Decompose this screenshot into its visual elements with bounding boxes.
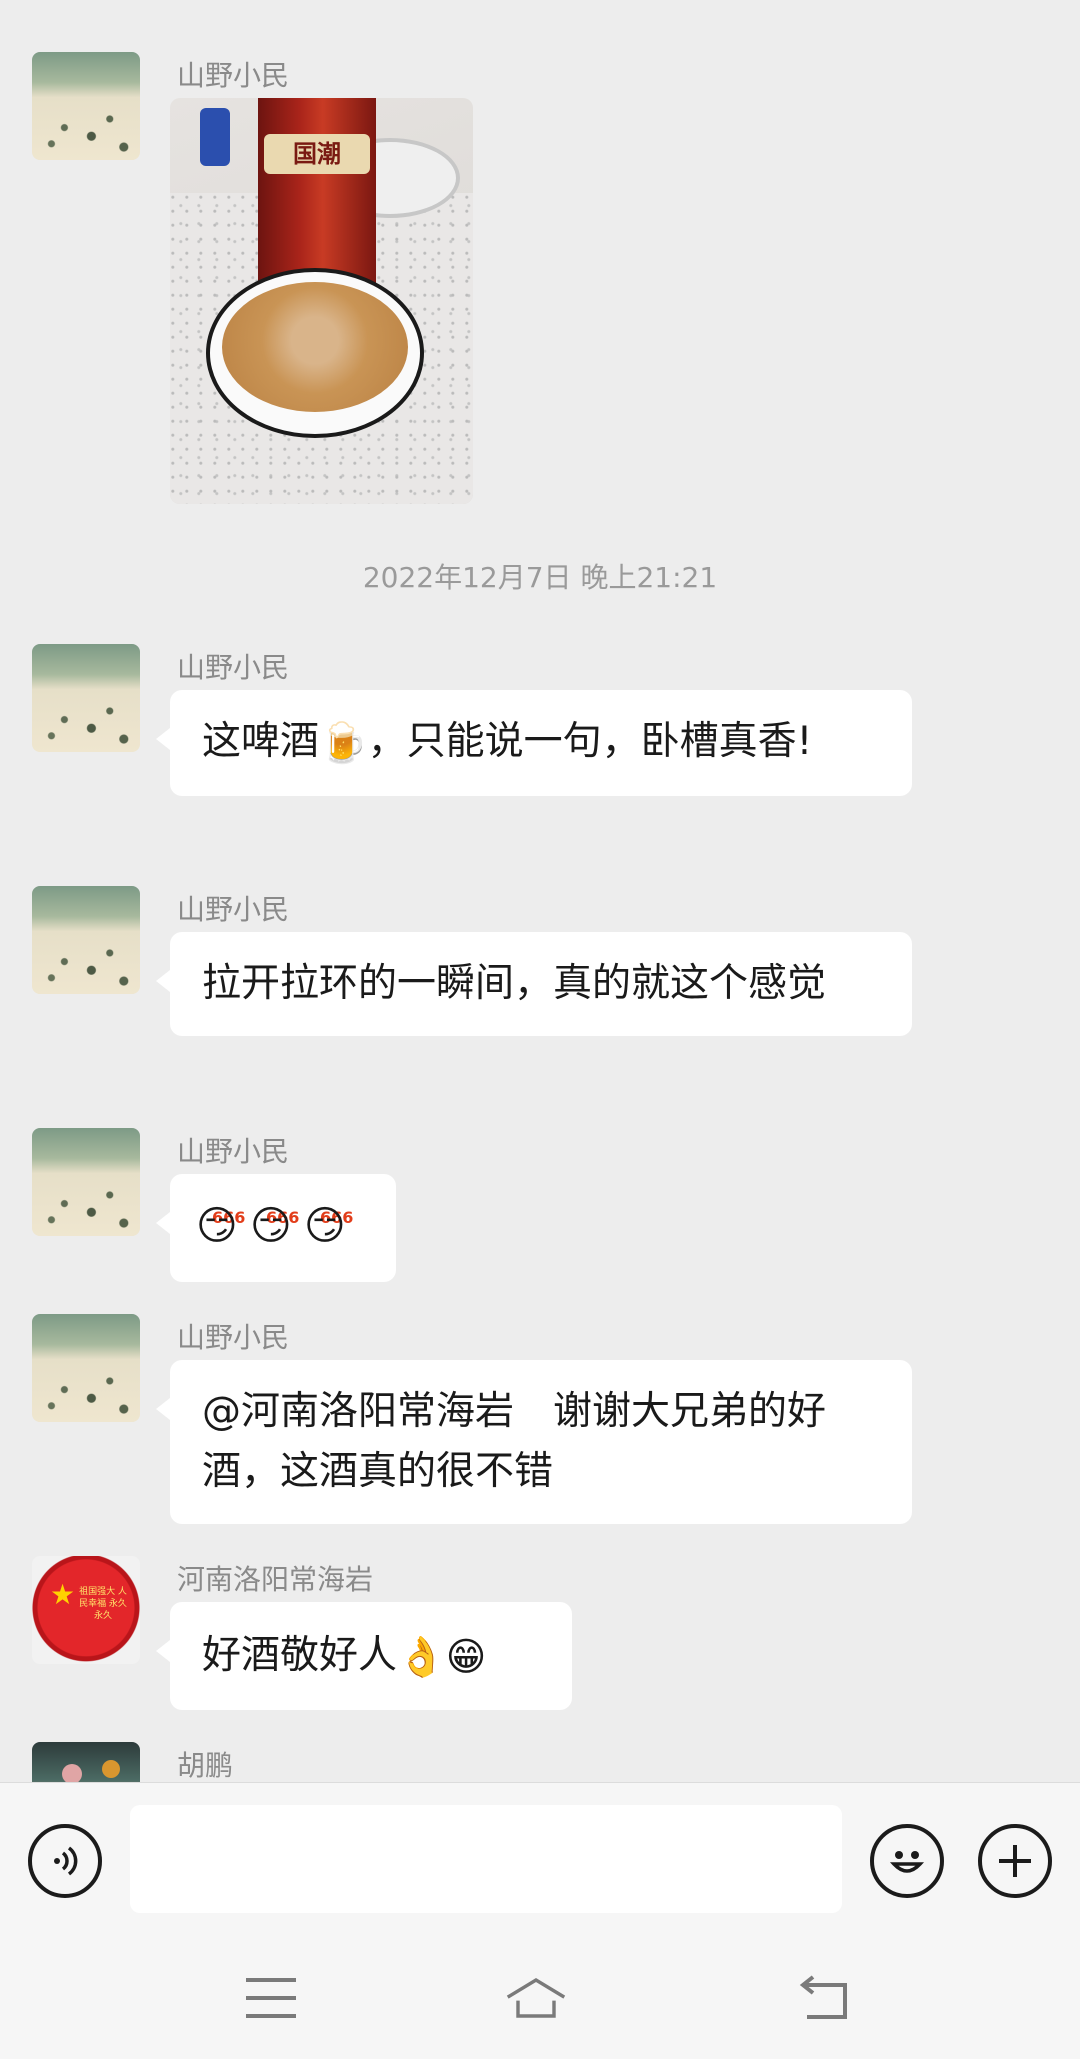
avatar[interactable] xyxy=(32,1128,140,1236)
can-label: 国潮 xyxy=(264,134,370,174)
sender-name: 山野小民 xyxy=(177,59,290,92)
home-button[interactable] xyxy=(506,1968,566,2028)
photo-bottle xyxy=(200,108,230,166)
message-bubble[interactable]: @河南洛阳常海岩 谢谢大兄弟的好酒，这酒真的很不错 xyxy=(156,1360,912,1524)
plus-button[interactable] xyxy=(978,1824,1052,1898)
shared-photo[interactable]: 国潮 xyxy=(170,98,473,504)
avatar-figure xyxy=(102,1760,120,1778)
smirk-666-icon: 666 😏 xyxy=(304,1203,354,1249)
emoji-button[interactable] xyxy=(870,1824,944,1898)
smirk-666-icon: 666 😏 xyxy=(250,1203,300,1249)
home-icon xyxy=(506,1977,566,2018)
plus-icon xyxy=(999,1845,1031,1877)
message-text: 拉开拉环的一瞬间，真的就这个感觉 xyxy=(202,961,827,1006)
avatar[interactable] xyxy=(32,52,140,160)
photo-beer-in-bowl xyxy=(222,282,408,412)
avatar-text: 祖国强大 人民幸福 永久永久 xyxy=(79,1587,127,1621)
sender-name: 河南洛阳常海岩 xyxy=(177,1563,374,1596)
message-bubble[interactable]: 666 😏 666 😏 666 😏 xyxy=(156,1174,396,1282)
sender-name: 胡鹏 xyxy=(177,1749,234,1782)
system-nav-bar xyxy=(0,1938,1080,2059)
sender-name: 山野小民 xyxy=(177,1135,290,1168)
avatar[interactable] xyxy=(32,1742,140,1782)
timestamp: 2022年12月7日 晚上21:21 xyxy=(362,561,718,594)
chat-screen: 山野小民 国潮 2022年12月7日 晚上21:21 山野小民 这啤酒🍺，只能说… xyxy=(0,0,1080,2059)
back-button[interactable] xyxy=(796,1968,856,2028)
message-input[interactable] xyxy=(130,1805,842,1913)
sender-name: 山野小民 xyxy=(177,893,290,926)
avatar[interactable] xyxy=(32,886,140,994)
ok-hand-emoji-icon: 👌 xyxy=(397,1634,446,1680)
avatar[interactable] xyxy=(32,1314,140,1422)
message-bubble[interactable]: 好酒敬好人👌😁 xyxy=(156,1602,572,1710)
smiley-icon xyxy=(889,1851,925,1873)
avatar[interactable] xyxy=(32,644,140,752)
avatar[interactable]: ★ 祖国强大 人民幸福 永久永久 xyxy=(32,1556,140,1664)
message-text: @河南洛阳常海岩 谢谢大兄弟的好酒，这酒真的很不错 xyxy=(202,1389,827,1494)
voice-button[interactable] xyxy=(28,1824,102,1898)
input-bar xyxy=(0,1782,1080,1938)
smirk-666-icon: 666 😏 xyxy=(196,1203,246,1249)
message-text: 这啤酒 xyxy=(202,719,320,764)
message-bubble[interactable]: 拉开拉环的一瞬间，真的就这个感觉 xyxy=(156,932,912,1036)
menu-icon xyxy=(246,1978,296,2018)
star-icon: ★ xyxy=(50,1578,76,1611)
message-bubble[interactable]: 这啤酒🍺，只能说一句，卧槽真香! xyxy=(156,690,912,796)
sender-name: 山野小民 xyxy=(177,651,290,684)
grin-emoji-icon: 😁 xyxy=(445,1634,487,1680)
avatar-figure xyxy=(62,1764,82,1782)
message-text: ，只能说一句，卧槽真香! xyxy=(367,719,813,764)
message-list[interactable]: 山野小民 国潮 2022年12月7日 晚上21:21 山野小民 这啤酒🍺，只能说… xyxy=(0,0,1080,1782)
back-icon xyxy=(799,1975,847,2019)
sender-name: 山野小民 xyxy=(177,1321,290,1354)
message-text: 好酒敬好人 xyxy=(202,1633,398,1678)
beer-emoji-icon: 🍺 xyxy=(319,720,368,766)
voice-icon xyxy=(54,1846,78,1876)
menu-button[interactable] xyxy=(241,1968,301,2028)
